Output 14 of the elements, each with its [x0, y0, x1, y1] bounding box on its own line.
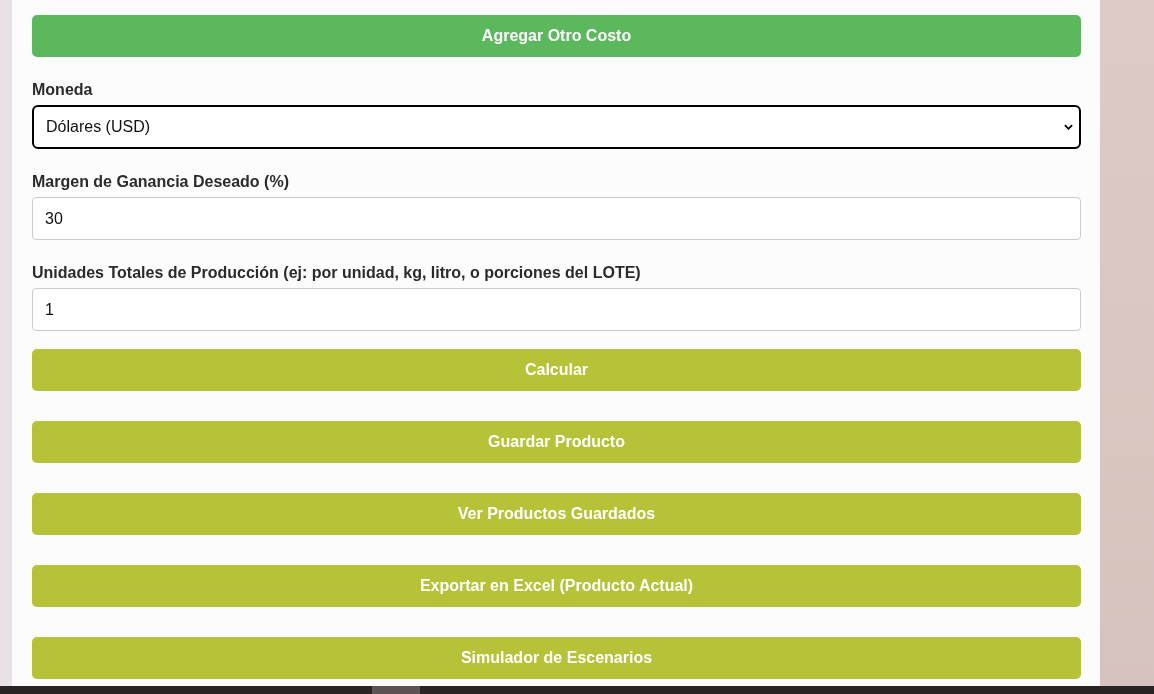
action-button[interactable]: Calcular: [32, 349, 1081, 391]
chevron-down-icon: [1064, 124, 1073, 130]
field-label: Moneda: [32, 81, 93, 99]
add-cost-button[interactable]: Agregar Otro Costo: [32, 15, 1081, 57]
input-field[interactable]: 1: [32, 288, 1081, 331]
action-button[interactable]: Guardar Producto: [32, 421, 1081, 463]
currency-select[interactable]: Dólares (USD): [32, 105, 1081, 149]
field-label: Margen de Ganancia Deseado (%): [32, 173, 289, 191]
action-button[interactable]: Exportar en Excel (Producto Actual): [32, 565, 1081, 607]
action-button[interactable]: Simulador de Escenarios: [32, 637, 1081, 679]
action-button[interactable]: Ver Productos Guardados: [32, 493, 1081, 535]
field-label: Unidades Totales de Producción (ej: por unidad, kg, litro, o porciones del LOTE): [32, 264, 641, 282]
taskbar-item[interactable]: [372, 686, 420, 694]
input-field[interactable]: 30: [32, 197, 1081, 240]
